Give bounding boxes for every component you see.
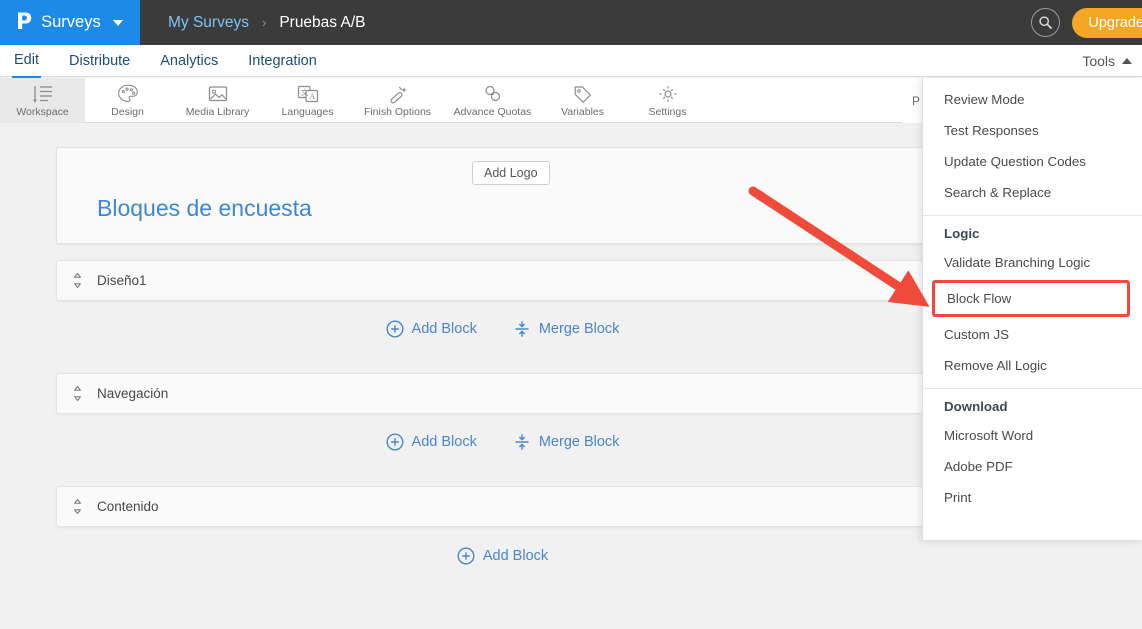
toolbar-label-settings: Settings bbox=[648, 106, 687, 118]
toolbar-item-languages[interactable]: 文A Languages bbox=[265, 78, 350, 123]
menu-section-header-logic: Logic bbox=[944, 226, 980, 241]
upgrade-button[interactable]: Upgrade bbox=[1072, 7, 1142, 38]
menu-section-header-download: Download bbox=[944, 399, 1008, 414]
toolbar-item-design[interactable]: Design bbox=[85, 78, 170, 123]
image-icon bbox=[207, 83, 229, 105]
toolbar-label-design: Design bbox=[111, 106, 144, 118]
block-name-label: Diseño1 bbox=[97, 273, 147, 288]
toolbar-item-workspace[interactable]: Workspace bbox=[0, 78, 85, 123]
menu-item-update-question-codes[interactable]: Update Question Codes bbox=[923, 146, 1142, 177]
translate-icon: 文A bbox=[296, 83, 320, 105]
tab-edit[interactable]: Edit bbox=[12, 44, 41, 78]
add-block-label: Add Block bbox=[482, 548, 549, 564]
toolbar-item-settings[interactable]: Settings bbox=[625, 78, 710, 123]
add-logo-button[interactable]: Add Logo bbox=[472, 161, 550, 185]
menu-item-custom-js[interactable]: Custom JS bbox=[923, 319, 1142, 350]
add-block-label: Add Block bbox=[411, 321, 477, 337]
palette-icon bbox=[117, 83, 139, 105]
gear-icon bbox=[657, 83, 679, 105]
merge-block-label: Merge Block bbox=[538, 434, 620, 450]
search-icon[interactable] bbox=[1031, 8, 1061, 37]
page-title[interactable]: Bloques de encuesta bbox=[97, 195, 312, 222]
brand-home-button[interactable]: P Surveys bbox=[0, 0, 140, 45]
link-chain-icon bbox=[482, 83, 504, 105]
nav-bar: Edit Distribute Analytics Integration To… bbox=[0, 44, 1142, 78]
tools-dropdown-menu: Review Mode Test Responses Update Questi… bbox=[922, 78, 1142, 540]
toolbar-item-variables[interactable]: Variables bbox=[540, 78, 625, 123]
survey-block-row[interactable]: Contenido bbox=[56, 486, 949, 527]
menu-item-search-replace[interactable]: Search & Replace bbox=[923, 177, 1142, 208]
menu-item-microsoft-word[interactable]: Microsoft Word bbox=[923, 420, 1142, 451]
menu-item-remove-all-logic[interactable]: Remove All Logic bbox=[923, 350, 1142, 381]
breadcrumb: My Surveys › Pruebas A/B bbox=[140, 14, 365, 32]
add-block-button[interactable]: Add Block bbox=[457, 547, 548, 565]
block-actions-row: Add Block Merge Block bbox=[56, 301, 949, 357]
toolbar-label-variables: Variables bbox=[561, 106, 604, 118]
add-block-button[interactable]: Add Block bbox=[386, 320, 477, 338]
plus-circle-icon bbox=[457, 547, 475, 565]
block-name-label: Contenido bbox=[97, 499, 159, 514]
breadcrumb-current-survey: Pruebas A/B bbox=[279, 13, 366, 31]
add-block-button[interactable]: Add Block bbox=[386, 433, 477, 451]
toolbar-label-languages: Languages bbox=[281, 106, 334, 118]
search-glyph bbox=[1039, 16, 1053, 29]
tag-icon bbox=[572, 83, 594, 105]
merge-arrows-icon bbox=[515, 321, 529, 337]
survey-block-row[interactable]: Navegación bbox=[56, 373, 949, 414]
chevron-up-icon bbox=[1122, 58, 1132, 64]
survey-block-row[interactable]: Diseño1 bbox=[56, 260, 949, 301]
menu-item-validate-branching-logic[interactable]: Validate Branching Logic bbox=[923, 247, 1142, 278]
drag-handle-icon[interactable] bbox=[57, 385, 97, 402]
merge-block-button[interactable]: Merge Block bbox=[513, 320, 620, 338]
menu-item-adobe-pdf[interactable]: Adobe PDF bbox=[923, 451, 1142, 482]
brand-label: Surveys bbox=[41, 13, 101, 31]
tools-menu-label: Tools bbox=[1082, 53, 1115, 69]
plus-circle-icon bbox=[386, 320, 404, 338]
tools-menu-button[interactable]: Tools bbox=[1082, 45, 1132, 77]
toolbar-item-finish-options[interactable]: Finish Options bbox=[350, 78, 445, 123]
nav-tabs: Edit Distribute Analytics Integration bbox=[0, 44, 1142, 78]
toolbar-label-advance-quotas: Advance Quotas bbox=[453, 106, 532, 118]
survey-header-panel: Add Logo Bloques de encuesta bbox=[56, 147, 949, 244]
toolbar-label-media-library: Media Library bbox=[185, 106, 250, 118]
menu-item-print[interactable]: Print bbox=[923, 482, 1142, 513]
toolbar-label-finish-options: Finish Options bbox=[363, 106, 432, 118]
plus-circle-icon bbox=[386, 433, 404, 451]
add-block-label: Add Block bbox=[411, 434, 477, 450]
workspace-icon bbox=[31, 83, 55, 105]
tab-distribute[interactable]: Distribute bbox=[67, 45, 132, 77]
menu-item-review-mode[interactable]: Review Mode bbox=[923, 84, 1142, 115]
chevron-down-icon[interactable] bbox=[112, 19, 123, 26]
tab-integration[interactable]: Integration bbox=[246, 45, 319, 77]
top-bar-right-actions: Upgrade bbox=[1031, 0, 1142, 45]
chevron-right-icon: › bbox=[261, 15, 267, 30]
block-name-label: Navegación bbox=[97, 386, 169, 401]
breadcrumb-my-surveys[interactable]: My Surveys bbox=[168, 14, 249, 32]
magic-wand-icon bbox=[387, 83, 409, 105]
toolbar-item-media-library[interactable]: Media Library bbox=[170, 78, 265, 123]
drag-handle-icon[interactable] bbox=[57, 272, 97, 289]
tab-analytics[interactable]: Analytics bbox=[158, 45, 220, 77]
menu-item-block-flow[interactable]: Block Flow bbox=[932, 280, 1130, 317]
drag-handle-icon[interactable] bbox=[57, 498, 97, 515]
block-actions-row: Add Block Merge Block bbox=[56, 414, 949, 470]
top-bar: P Surveys My Surveys › Pruebas A/B Upgra… bbox=[0, 0, 1142, 45]
toolbar-item-advance-quotas[interactable]: Advance Quotas bbox=[445, 78, 540, 123]
merge-block-label: Merge Block bbox=[538, 321, 620, 337]
merge-arrows-icon bbox=[515, 434, 529, 450]
toolbar-label-workspace: Workspace bbox=[16, 106, 69, 118]
app-root: P Surveys My Surveys › Pruebas A/B Upgra… bbox=[0, 0, 1142, 629]
svg-text:A: A bbox=[309, 92, 315, 101]
menu-item-test-responses[interactable]: Test Responses bbox=[923, 115, 1142, 146]
bottom-block-actions-row: Add Block bbox=[56, 547, 949, 565]
product-logo-icon: P bbox=[16, 9, 33, 35]
svg-text:文: 文 bbox=[301, 87, 309, 97]
merge-block-button[interactable]: Merge Block bbox=[513, 433, 620, 451]
